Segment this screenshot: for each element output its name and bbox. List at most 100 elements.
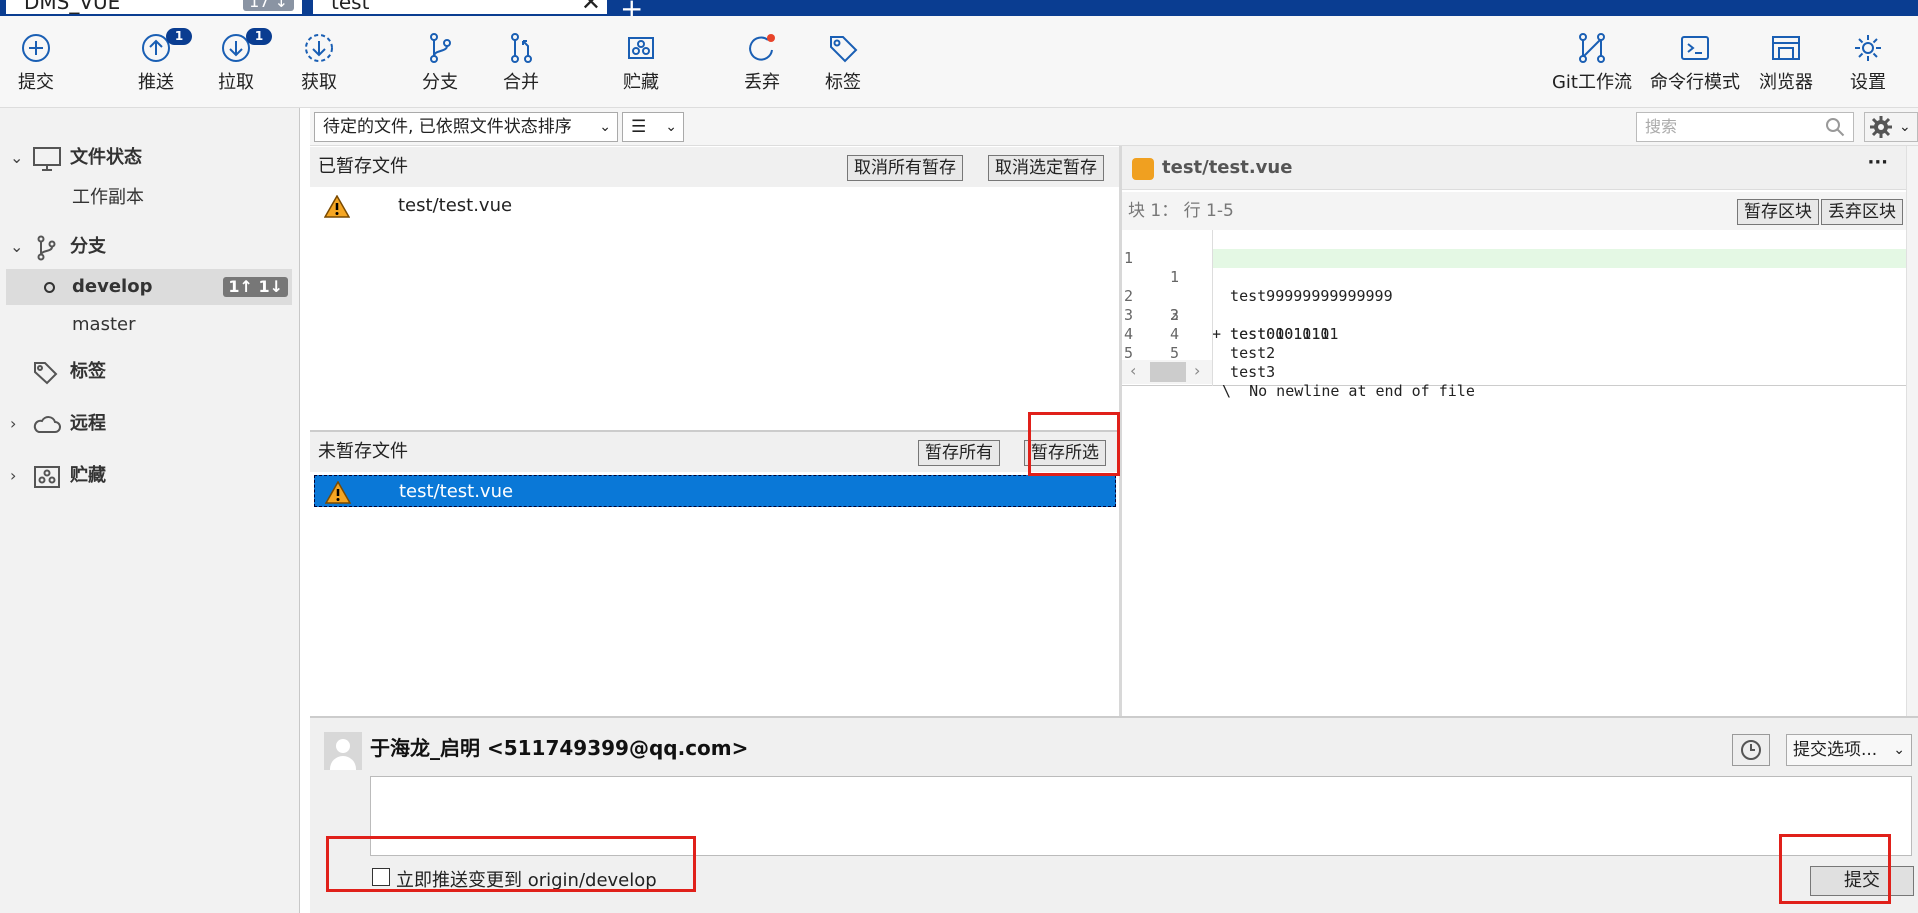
staged-title: 已暂存文件	[318, 156, 408, 177]
unstaged-title: 未暂存文件	[318, 441, 408, 462]
tag-icon	[830, 36, 858, 63]
browser-toolbar-button[interactable]: 浏览器	[1746, 16, 1826, 108]
fetch-icon	[305, 34, 333, 62]
discard-hunk-button[interactable]: 丢弃区块	[1821, 199, 1903, 225]
toolbar-label: Git工作流	[1551, 72, 1632, 93]
diff-line-text: test2	[1212, 344, 1276, 362]
filter-bar: 待定的文件, 已依照文件状态排序 ⌄ ☰ ⌄ 搜索 ⌄	[310, 108, 1918, 146]
toolbar-label: 丢弃	[744, 72, 780, 93]
scroll-left-icon[interactable]: ‹	[1130, 361, 1136, 380]
unstage-selected-button[interactable]: 取消选定暂存	[988, 155, 1104, 181]
settings-dropdown-button[interactable]: ⌄	[1864, 112, 1918, 142]
current-branch-icon	[44, 282, 55, 293]
tag-toolbar-button[interactable]: 标签	[803, 16, 883, 108]
search-icon	[1826, 118, 1845, 137]
sidebar-item-stashes[interactable]: › 贮藏	[0, 458, 292, 494]
git-flow-icon	[1579, 33, 1605, 63]
diff-file-title: test/test.vue	[1162, 157, 1293, 178]
view-mode-select[interactable]: ☰ ⌄	[622, 112, 684, 142]
push-immediately-checkbox[interactable]	[372, 868, 390, 886]
diff-line-text: test3	[1212, 363, 1276, 381]
sidebar-item-master[interactable]: master	[0, 307, 292, 343]
tab-bar: DMS_VUE 17 ↓ test ✕ +	[0, 0, 1918, 16]
chevron-down-icon[interactable]: ⌄	[10, 140, 23, 176]
ahead-behind-badge: 1↑ 1↓	[223, 277, 288, 297]
toolbar: 提交 1 推送 1 拉取 获取 分支 合并 贮藏 丢弃 标签 Git工作流 命令…	[0, 16, 1918, 108]
commit-options-select[interactable]: 提交选项... ⌄	[1786, 734, 1912, 766]
diff-line: 2 3 test0001111	[1122, 268, 1906, 343]
unstage-all-button[interactable]: 取消所有暂存	[847, 155, 963, 181]
commit-message-input[interactable]	[370, 776, 1912, 856]
sort-select-label: 待定的文件, 已依照文件状态排序	[323, 117, 572, 137]
stage-all-button[interactable]: 暂存所有	[918, 440, 1000, 466]
sort-select[interactable]: 待定的文件, 已依照文件状态排序 ⌄	[314, 112, 618, 142]
chevron-down-icon[interactable]: ⌄	[10, 229, 23, 265]
terminal-toolbar-button[interactable]: 命令行模式	[1645, 16, 1745, 108]
commit-options-label: 提交选项...	[1793, 740, 1878, 760]
scroll-thumb[interactable]	[1150, 362, 1186, 382]
stage-hunk-button[interactable]: 暂存区块	[1737, 199, 1819, 225]
horizontal-scrollbar[interactable]: ‹ ›	[1122, 360, 1212, 384]
more-options-icon[interactable]: ···	[1867, 152, 1888, 173]
commit-history-button[interactable]	[1732, 734, 1770, 766]
tab-label: DMS_VUE	[24, 0, 121, 14]
toolbar-label: 命令行模式	[1650, 72, 1740, 93]
diff-body: 1 1 test99999999999999 2 + test01010101 …	[1122, 230, 1906, 400]
diff-line-text: \ No newline at end of file	[1222, 382, 1475, 400]
unstaged-file-row[interactable]: test/test.vue	[314, 475, 1116, 507]
stash-icon	[628, 37, 654, 59]
chevron-right-icon[interactable]: ›	[10, 458, 16, 494]
sidebar-heading: 贮藏	[70, 465, 106, 486]
sidebar-heading: 远程	[70, 413, 106, 434]
push-toolbar-button[interactable]: 1 推送	[116, 16, 196, 108]
merge-toolbar-button[interactable]: 合并	[481, 16, 561, 108]
scroll-right-icon[interactable]: ›	[1194, 361, 1200, 380]
diff-line: 4 5 test3	[1122, 306, 1906, 381]
search-input[interactable]: 搜索	[1636, 112, 1854, 142]
chevron-right-icon[interactable]: ›	[10, 406, 16, 442]
warning-icon	[324, 195, 350, 218]
browser-icon	[1772, 36, 1800, 60]
toolbar-label: 获取	[301, 72, 337, 93]
settings-toolbar-button[interactable]: 设置	[1828, 16, 1908, 108]
merge-icon	[511, 33, 532, 63]
tab-test[interactable]: test ✕	[311, 0, 609, 16]
git-flow-toolbar-button[interactable]: Git工作流	[1547, 16, 1637, 108]
sidebar-item-tags[interactable]: 标签	[0, 354, 292, 390]
gear-icon	[1855, 35, 1881, 61]
stash-toolbar-button[interactable]: 贮藏	[601, 16, 681, 108]
toolbar-label: 推送	[138, 72, 174, 93]
diff-line: 3 4 test2	[1122, 287, 1906, 362]
sidebar-item-develop[interactable]: develop 1↑ 1↓	[6, 269, 292, 305]
commit-toolbar-button[interactable]: 提交	[0, 16, 76, 108]
toolbar-label: 提交	[18, 72, 54, 93]
diff-line: 5 6 \ No newline at end of file	[1122, 325, 1906, 400]
staged-file-row[interactable]: test/test.vue	[314, 190, 1114, 222]
fetch-toolbar-button[interactable]: 获取	[279, 16, 359, 108]
sidebar-item-file-status[interactable]: ⌄ 文件状态	[0, 140, 292, 176]
sidebar: ⌄ 文件状态 工作副本 ⌄ 分支 develop 1↑ 1↓ master 标签…	[0, 108, 300, 913]
file-name: test/test.vue	[398, 195, 513, 216]
tab-badge: 17 ↓	[243, 0, 294, 11]
branch-toolbar-button[interactable]: 分支	[400, 16, 480, 108]
stage-selected-button[interactable]: 暂存所选	[1024, 440, 1106, 466]
discard-icon	[749, 34, 775, 61]
diff-line: 1 1 test99999999999999	[1122, 230, 1906, 305]
new-tab-icon[interactable]: +	[620, 0, 643, 16]
sidebar-item-working-copy[interactable]: 工作副本	[0, 180, 292, 216]
push-badge: 1	[166, 28, 192, 45]
sidebar-item-branches[interactable]: ⌄ 分支	[0, 229, 292, 265]
commit-area: 于海龙_启明 <511749399@qq.com> 提交选项... ⌄ 立即推送…	[310, 716, 1918, 913]
pull-toolbar-button[interactable]: 1 拉取	[196, 16, 276, 108]
commit-author: 于海龙_启明 <511749399@qq.com>	[370, 736, 749, 760]
sidebar-item-remotes[interactable]: › 远程	[0, 406, 292, 442]
discard-toolbar-button[interactable]: 丢弃	[722, 16, 802, 108]
commit-button[interactable]: 提交	[1810, 866, 1914, 896]
tab-dms-vue[interactable]: DMS_VUE 17 ↓	[4, 0, 304, 16]
sidebar-heading: 标签	[70, 361, 106, 382]
branch-icon	[430, 33, 451, 63]
toolbar-label: 浏览器	[1759, 72, 1813, 93]
vertical-scrollbar[interactable]	[1906, 146, 1918, 716]
clock-icon	[1741, 740, 1761, 760]
close-icon[interactable]: ✕	[581, 0, 601, 14]
